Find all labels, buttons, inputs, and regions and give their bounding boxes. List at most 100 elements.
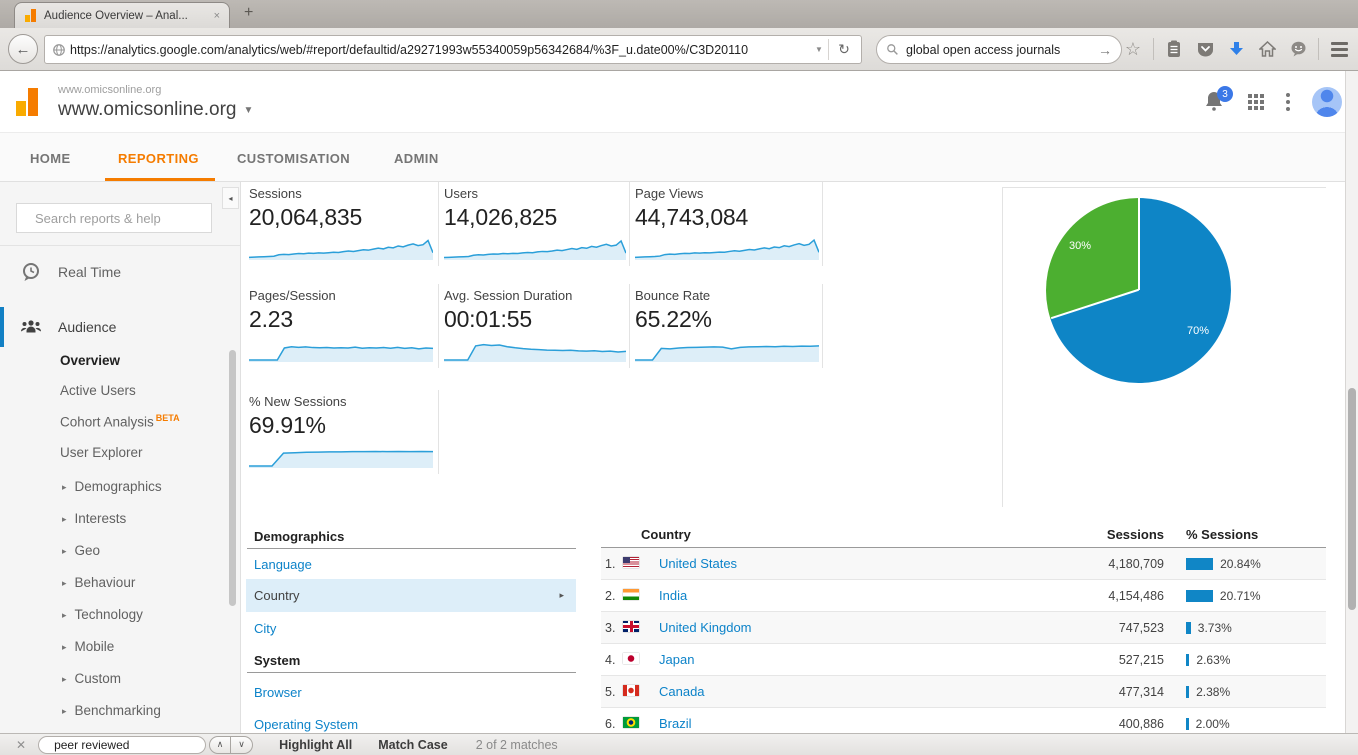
link-language[interactable]: Language (254, 557, 312, 572)
sidebar-item-audience[interactable]: Audience (0, 309, 240, 345)
tab-customisation[interactable]: CUSTOMISATION (237, 151, 350, 166)
country-link[interactable]: India (649, 588, 1034, 603)
browser-tab[interactable]: Audience Overview – Anal... × (14, 2, 230, 28)
link-operating-system[interactable]: Operating System (254, 717, 358, 732)
metric-value: 65.22% (635, 306, 819, 333)
sessions-value: 4,154,486 (1034, 589, 1164, 603)
row-rank: 3. (605, 621, 623, 635)
sidebar-item-active-users[interactable]: Active Users (60, 383, 136, 398)
sidebar-item-mobile[interactable]: ▸Mobile (62, 639, 114, 654)
sessions-value: 527,215 (1034, 653, 1164, 667)
link-browser[interactable]: Browser (254, 685, 302, 700)
metric-card-users: Users 14,026,825 (444, 186, 626, 260)
notification-count-badge: 3 (1217, 86, 1233, 102)
hello-chat-icon[interactable] (1287, 38, 1309, 60)
sidebar-scrollbar-thumb[interactable] (229, 350, 236, 606)
search-go-icon[interactable]: → (1098, 42, 1112, 58)
pocket-icon[interactable] (1194, 38, 1216, 60)
header-country[interactable]: Country (605, 527, 1034, 542)
table-row[interactable]: 6. Brazil 400,886 2.00% (601, 708, 1326, 733)
reload-icon[interactable]: ↻ (829, 41, 859, 58)
pct-bar (1186, 558, 1213, 570)
tab-close-icon[interactable]: × (214, 10, 220, 22)
metric-label: Sessions (249, 186, 433, 201)
country-link[interactable]: United Kingdom (649, 620, 1034, 635)
clipboard-icon[interactable] (1163, 38, 1185, 60)
back-button[interactable]: ← (8, 34, 38, 64)
table-row[interactable]: 1. United States 4,180,709 20.84% (601, 548, 1326, 580)
bookmark-star-icon[interactable]: ☆ (1122, 38, 1144, 60)
header-pct-sessions[interactable]: % Sessions (1186, 527, 1326, 542)
pct-cell: 2.00% (1186, 717, 1326, 731)
metric-card-sessions: Sessions 20,064,835 (249, 186, 433, 260)
link-city[interactable]: City (254, 621, 276, 636)
sessions-value: 747,523 (1034, 621, 1164, 635)
home-icon[interactable] (1256, 38, 1278, 60)
country-link[interactable]: Canada (649, 684, 1034, 699)
browser-window: Audience Overview – Anal... × + ← ▼ ↻ → (0, 0, 1358, 755)
sidebar-item-benchmarking[interactable]: ▸Benchmarking (62, 703, 161, 718)
tab-reporting[interactable]: REPORTING (118, 151, 199, 166)
findbar-input[interactable] (52, 737, 211, 753)
menu-hamburger-icon[interactable] (1328, 38, 1350, 60)
match-case-button[interactable]: Match Case (378, 738, 447, 752)
downloads-icon[interactable] (1225, 38, 1247, 60)
sidebar-search-input[interactable] (33, 210, 213, 227)
country-link[interactable]: Brazil (649, 716, 1034, 731)
web-search-input[interactable] (904, 42, 1093, 58)
find-next-button[interactable]: ∨ (231, 736, 253, 754)
sidebar-collapse-button[interactable]: ◂ (222, 187, 239, 209)
apps-grid-icon[interactable] (1248, 94, 1264, 110)
table-row[interactable]: 3. United Kingdom 747,523 3.73% (601, 612, 1326, 644)
analytics-logo-icon[interactable] (15, 86, 47, 118)
metric-value: 2.23 (249, 306, 433, 333)
search-bar[interactable]: → (876, 35, 1122, 64)
analytics-favicon-icon (24, 9, 38, 22)
metric-card-avg-duration: Avg. Session Duration 00:01:55 (444, 288, 626, 362)
metric-value: 14,026,825 (444, 204, 626, 231)
sidebar-item-overview[interactable]: Overview (60, 353, 120, 368)
scrollbar-thumb[interactable] (1348, 388, 1356, 610)
sidebar-item-cohort-analysis[interactable]: Cohort AnalysisBETA (60, 413, 180, 430)
tab-home[interactable]: HOME (30, 151, 71, 166)
country-link[interactable]: Japan (649, 652, 1034, 667)
findbar-search-box[interactable] (38, 736, 206, 754)
sidebar-item-technology[interactable]: ▸Technology (62, 607, 143, 622)
findbar-close-icon[interactable]: ✕ (16, 738, 26, 752)
table-row[interactable]: 5. Canada 477,314 2.38% (601, 676, 1326, 708)
metric-label: Pages/Session (249, 288, 433, 303)
sidebar-search-box[interactable] (16, 203, 212, 233)
link-country-selected[interactable]: Country ▸ (246, 579, 576, 612)
metric-value: 69.91% (249, 412, 433, 439)
caret-down-icon: ▼ (243, 105, 253, 116)
new-tab-button[interactable]: + (244, 4, 253, 22)
sidebar-item-custom[interactable]: ▸Custom (62, 671, 121, 686)
pct-cell: 2.63% (1186, 653, 1326, 667)
table-row[interactable]: 4. Japan 527,215 2.63% (601, 644, 1326, 676)
country-link[interactable]: United States (649, 556, 1034, 571)
sidebar-item-demographics[interactable]: ▸Demographics (62, 479, 162, 494)
more-options-icon[interactable] (1286, 93, 1290, 111)
url-bar[interactable]: ▼ ↻ (44, 35, 862, 64)
user-avatar[interactable] (1312, 87, 1342, 117)
sidebar-item-user-explorer[interactable]: User Explorer (60, 445, 143, 460)
divider (1318, 38, 1319, 60)
url-dropdown-icon[interactable]: ▼ (810, 45, 828, 54)
sidebar-item-geo[interactable]: ▸Geo (62, 543, 100, 558)
property-selector[interactable]: www.omicsonline.org ▼ (58, 99, 253, 121)
sidebar-item-real-time[interactable]: Real Time (0, 254, 240, 290)
tab-admin[interactable]: ADMIN (394, 151, 439, 166)
notifications-bell-icon[interactable]: 3 (1204, 90, 1226, 114)
divider (1153, 38, 1154, 60)
header-sessions[interactable]: Sessions (1034, 527, 1164, 542)
sidebar-item-behaviour[interactable]: ▸Behaviour (62, 575, 135, 590)
url-input[interactable] (66, 43, 810, 57)
page-scrollbar[interactable] (1345, 71, 1358, 733)
find-previous-button[interactable]: ∧ (209, 736, 231, 754)
pct-bar (1186, 686, 1189, 698)
table-row[interactable]: 2. India 4,154,486 20.71% (601, 580, 1326, 612)
active-tab-underline (105, 178, 215, 181)
highlight-all-button[interactable]: Highlight All (279, 738, 352, 752)
sidebar-item-interests[interactable]: ▸Interests (62, 511, 126, 526)
pct-bar (1186, 622, 1191, 634)
